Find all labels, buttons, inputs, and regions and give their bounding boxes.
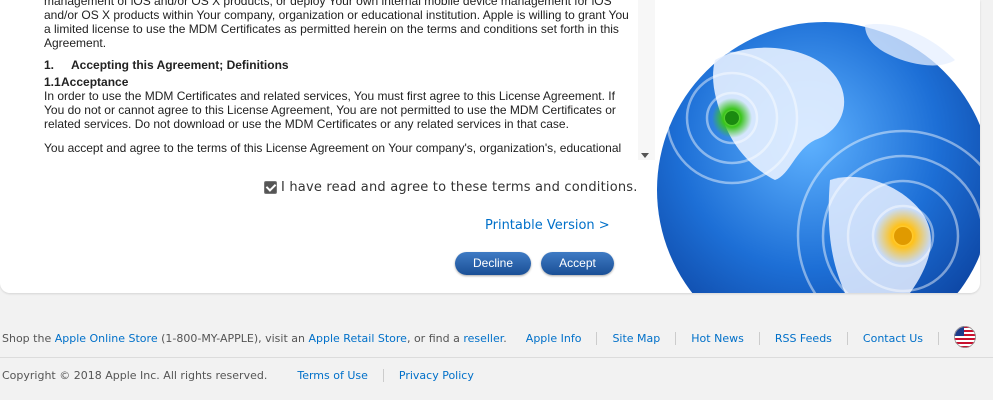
footer-divider xyxy=(0,357,993,358)
subsection-number: 1.1 xyxy=(44,75,61,89)
section-title: Accepting this Agreement; Definitions xyxy=(71,58,289,72)
retail-store-link[interactable]: Apple Retail Store xyxy=(308,332,406,345)
shop-middle: (1-800-MY-APPLE), visit an xyxy=(157,332,309,345)
license-text: management of iOS and/or OS X products, … xyxy=(44,0,634,155)
accept-button[interactable]: Accept xyxy=(541,252,614,275)
printable-version-link[interactable]: Printable Version > xyxy=(485,218,610,233)
subsection-heading: 1.1Acceptance xyxy=(44,75,634,89)
license-intro-line: management of iOS and/or OS X products, … xyxy=(44,0,612,8)
footer-link-hot-news[interactable]: Hot News xyxy=(676,332,760,345)
footer-link-rss-feeds[interactable]: RSS Feeds xyxy=(760,332,848,345)
footer-link-contact-us[interactable]: Contact Us xyxy=(848,332,939,345)
license-text-area[interactable]: management of iOS and/or OS X products, … xyxy=(0,0,655,160)
us-flag-icon[interactable] xyxy=(954,326,976,348)
section-heading: 1. Accepting this Agreement; Definitions xyxy=(44,58,634,72)
shop-prefix: Shop the xyxy=(2,332,55,345)
footer-nav: Apple Info Site Map Hot News RSS Feeds C… xyxy=(511,332,939,345)
footer-shop-text: Shop the Apple Online Store (1-800-MY-AP… xyxy=(2,332,507,345)
license-card: management of iOS and/or OS X products, … xyxy=(0,0,980,293)
scroll-down-arrow-icon[interactable] xyxy=(641,153,649,158)
online-store-link[interactable]: Apple Online Store xyxy=(55,332,158,345)
accept-terms-line: You accept and agree to the terms of thi… xyxy=(44,141,622,155)
acceptance-line: In order to use the MDM Certificates and… xyxy=(44,89,615,103)
acceptance-line: related services. Do not download or use… xyxy=(44,117,569,131)
terms-of-use-link[interactable]: Terms of Use xyxy=(282,369,384,382)
reseller-link[interactable]: reseller xyxy=(463,332,503,345)
agree-label: I have read and agree to these terms and… xyxy=(281,180,638,195)
privacy-policy-link[interactable]: Privacy Policy xyxy=(384,369,489,382)
license-intro-line: a limited license to use the MDM Certifi… xyxy=(44,22,619,36)
subsection-title: Acceptance xyxy=(61,75,129,89)
footer-copyright-row: Copyright © 2018 Apple Inc. All rights r… xyxy=(2,369,489,382)
shop-end: . xyxy=(503,332,507,345)
section-number: 1. xyxy=(44,58,55,72)
agree-checkbox-row[interactable]: I have read and agree to these terms and… xyxy=(264,180,638,195)
acceptance-line: You do not or cannot agree to this Licen… xyxy=(44,103,616,117)
license-scrollbar[interactable] xyxy=(638,0,655,160)
decline-button[interactable]: Decline xyxy=(455,252,531,275)
footer-link-site-map[interactable]: Site Map xyxy=(597,332,677,345)
license-intro-line: and/or OS X products within Your company… xyxy=(44,8,629,22)
license-intro-line: Agreement. xyxy=(44,36,107,50)
footer-link-apple-info[interactable]: Apple Info xyxy=(511,332,598,345)
agree-checkbox[interactable] xyxy=(264,181,277,194)
copyright-text: Copyright © 2018 Apple Inc. All rights r… xyxy=(2,369,268,382)
globe-illustration xyxy=(657,22,980,293)
shop-or: , or find a xyxy=(406,332,464,345)
